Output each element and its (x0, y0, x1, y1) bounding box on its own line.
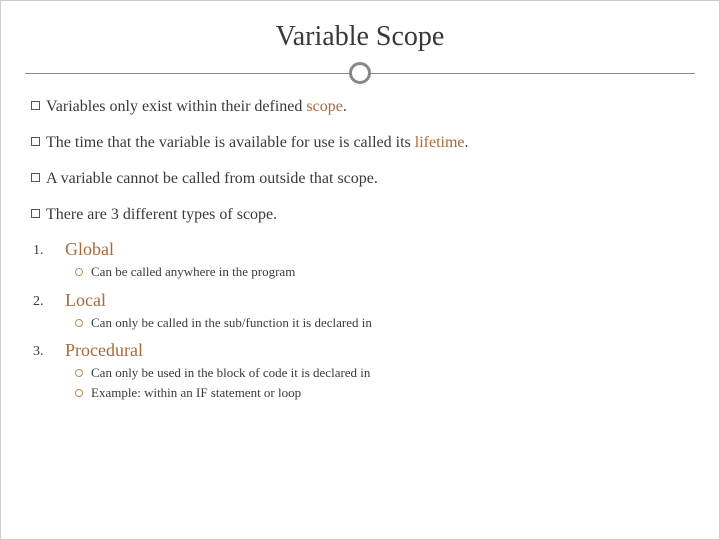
bullet-text-pre: The time that the variable is available … (46, 134, 415, 151)
bullet-accent: scope (306, 98, 342, 115)
square-bullet-icon (31, 101, 40, 110)
scope-type-heading: Local (65, 290, 106, 311)
scope-type-heading: Global (65, 239, 114, 260)
bullet-text-pre: A variable cannot be called from outside… (46, 170, 378, 187)
sub-list: Can be called anywhere in the program (33, 262, 695, 282)
numbered-item: 1. Global Can be called anywhere in the … (33, 239, 695, 282)
number-label: 2. (33, 290, 61, 310)
bullet-text-post: . (343, 98, 347, 115)
slide: Variable Scope Variables only exist with… (0, 0, 720, 540)
divider (25, 61, 695, 85)
scope-type-heading: Procedural (65, 340, 143, 361)
sub-text: Example: within an IF statement or loop (91, 385, 301, 400)
bullet-text-pre: Variables only exist within their define… (46, 98, 306, 115)
bullet-item: Variables only exist within their define… (31, 95, 695, 119)
bullet-item: The time that the variable is available … (31, 131, 695, 155)
bullet-text-pre: There are 3 different types of scope. (46, 206, 277, 223)
bullet-accent: lifetime (415, 134, 465, 151)
circle-bullet-icon (75, 369, 83, 377)
bullet-item: A variable cannot be called from outside… (31, 167, 695, 191)
sub-text: Can be called anywhere in the program (91, 264, 295, 279)
sub-item: Can only be used in the block of code it… (75, 363, 695, 383)
circle-bullet-icon (75, 389, 83, 397)
circle-bullet-icon (75, 268, 83, 276)
square-bullet-icon (31, 173, 40, 182)
page-title: Variable Scope (25, 21, 695, 53)
divider-circle-icon (349, 62, 371, 84)
sub-item: Can only be called in the sub/function i… (75, 313, 695, 333)
sub-text: Can only be called in the sub/function i… (91, 315, 372, 330)
bullet-text-post: . (465, 134, 469, 151)
sub-text: Can only be used in the block of code it… (91, 365, 370, 380)
sub-item: Example: within an IF statement or loop (75, 383, 695, 403)
sub-list: Can only be used in the block of code it… (33, 363, 695, 402)
numbered-item: 2. Local Can only be called in the sub/f… (33, 290, 695, 333)
circle-bullet-icon (75, 319, 83, 327)
square-bullet-icon (31, 137, 40, 146)
number-label: 1. (33, 239, 61, 259)
bullet-list: Variables only exist within their define… (25, 95, 695, 227)
numbered-item: 3. Procedural Can only be used in the bl… (33, 340, 695, 402)
sub-item: Can be called anywhere in the program (75, 262, 695, 282)
numbered-list: 1. Global Can be called anywhere in the … (25, 239, 695, 402)
number-label: 3. (33, 340, 61, 360)
bullet-item: There are 3 different types of scope. (31, 203, 695, 227)
square-bullet-icon (31, 209, 40, 218)
sub-list: Can only be called in the sub/function i… (33, 313, 695, 333)
